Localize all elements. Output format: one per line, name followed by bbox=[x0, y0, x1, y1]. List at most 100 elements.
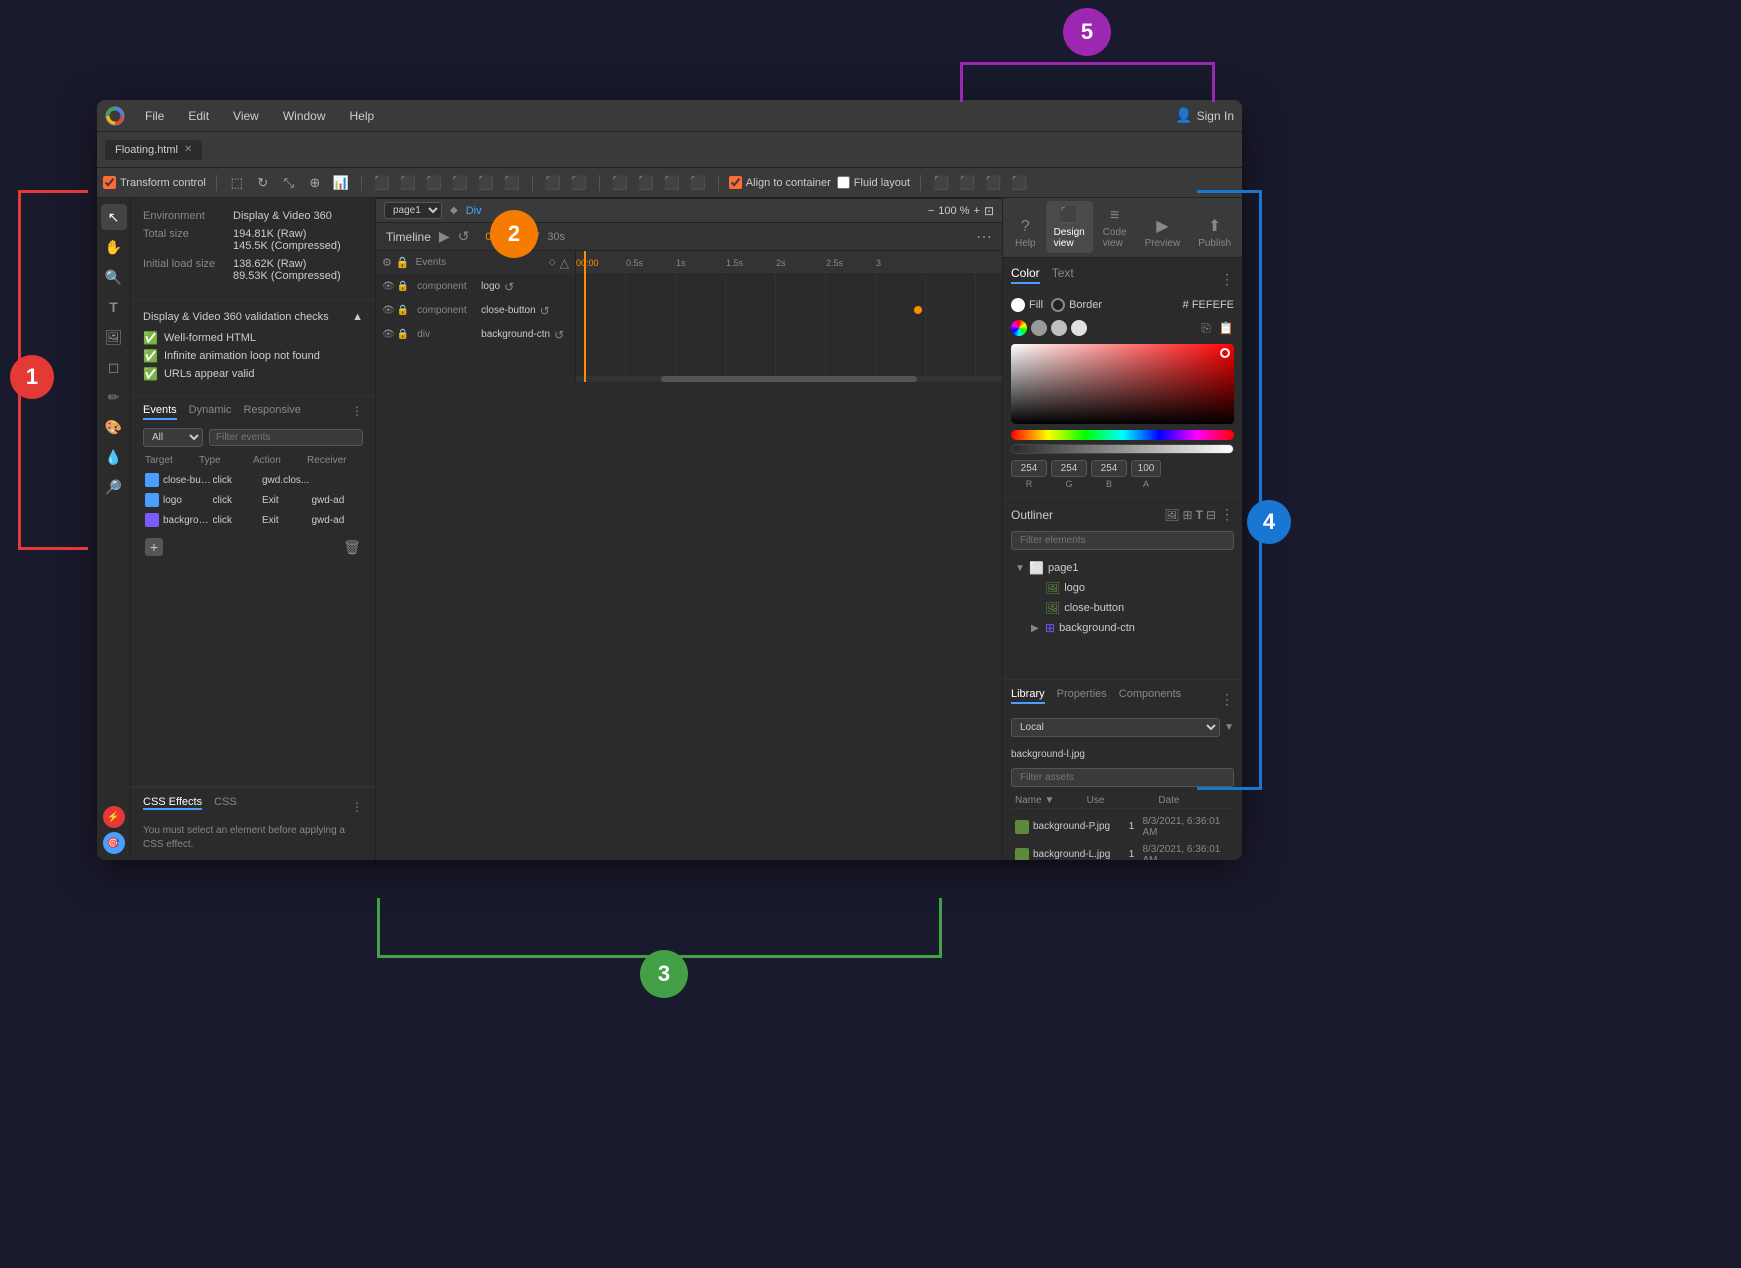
r-input[interactable] bbox=[1011, 460, 1047, 477]
menu-view[interactable]: View bbox=[229, 107, 263, 125]
design-view-btn[interactable]: ⬛ Design view bbox=[1046, 201, 1093, 253]
swatch-gray-light[interactable] bbox=[1071, 320, 1087, 336]
menu-edit[interactable]: Edit bbox=[184, 107, 213, 125]
outliner-list-icon[interactable]: ⊟ bbox=[1206, 508, 1216, 522]
bar-chart-icon[interactable]: 📊 bbox=[331, 173, 351, 193]
tree-expand-page1[interactable]: ▼ bbox=[1015, 563, 1025, 574]
event-row-1[interactable]: close-butt... click gwd.clos... bbox=[143, 470, 363, 490]
align-center-h-icon[interactable]: ⬛ bbox=[398, 173, 418, 193]
fluid-layout-checkbox[interactable]: Fluid layout bbox=[837, 176, 910, 189]
swatch-gray-medium[interactable] bbox=[1051, 320, 1067, 336]
align-center-v-icon[interactable]: ⬛ bbox=[476, 173, 496, 193]
move-backward-icon[interactable]: ⬛ bbox=[688, 173, 708, 193]
zoom-out-btn[interactable]: − bbox=[928, 205, 934, 217]
alpha-slider[interactable] bbox=[1011, 444, 1234, 454]
css-more-icon[interactable]: ⋮ bbox=[351, 800, 363, 814]
align-top-icon[interactable]: ⬛ bbox=[450, 173, 470, 193]
tab-dynamic[interactable]: Dynamic bbox=[189, 404, 232, 420]
menu-help[interactable]: Help bbox=[346, 107, 379, 125]
timeline-scrollbar-h[interactable] bbox=[576, 376, 1002, 382]
asset-row-2[interactable]: background-L.jpg 1 8/3/2021, 6:36:01 AM bbox=[1011, 841, 1234, 861]
menu-window[interactable]: Window bbox=[279, 107, 330, 125]
rotate-icon[interactable]: ↻ bbox=[253, 173, 273, 193]
events-icon[interactable]: ⚡ bbox=[103, 806, 125, 828]
a-input[interactable] bbox=[1131, 460, 1161, 477]
tab-library[interactable]: Library bbox=[1011, 688, 1045, 704]
bottom-icon-2[interactable]: 🎯 bbox=[103, 832, 125, 854]
text-tool-icon[interactable]: T bbox=[101, 294, 127, 320]
tab-close-icon[interactable]: ✕ bbox=[184, 144, 192, 155]
code-view-btn[interactable]: ≡ Code view bbox=[1095, 203, 1135, 253]
help-btn[interactable]: ? Help bbox=[1007, 214, 1044, 253]
event-row-2[interactable]: logo click Exit gwd-ad bbox=[143, 490, 363, 510]
zoom-fit-btn[interactable]: ⊡ bbox=[984, 204, 994, 218]
timeline-row-bg[interactable]: 👁 🔒 div background-ctn ↺ bbox=[376, 323, 575, 347]
timeline-row-logo[interactable]: 👁 🔒 component logo ↺ bbox=[376, 275, 575, 299]
b-input[interactable] bbox=[1091, 460, 1127, 477]
fill-option[interactable]: Fill bbox=[1011, 298, 1043, 312]
distribute-v-icon[interactable]: ⬛ bbox=[569, 173, 589, 193]
zoom-in-btn[interactable]: + bbox=[974, 205, 980, 217]
pen-tool-icon[interactable]: ✏ bbox=[101, 384, 127, 410]
tab-color[interactable]: Color bbox=[1011, 266, 1040, 284]
outliner-grid-icon[interactable]: ⊞ bbox=[1183, 508, 1193, 522]
tree-close-button[interactable]: 🖼 close-button bbox=[1011, 598, 1234, 618]
tree-page1[interactable]: ▼ ⬜ page1 bbox=[1011, 558, 1234, 578]
outliner-add-icon[interactable]: 🖼 bbox=[1164, 508, 1179, 522]
move-front-icon[interactable]: ⬛ bbox=[610, 173, 630, 193]
align-bottom-icon[interactable]: ⬛ bbox=[502, 173, 522, 193]
page-selector[interactable]: page1 bbox=[384, 202, 442, 219]
hue-slider[interactable] bbox=[1011, 430, 1234, 440]
g-input[interactable] bbox=[1051, 460, 1087, 477]
validation-header[interactable]: Display & Video 360 validation checks ▲ bbox=[143, 311, 363, 323]
preview-btn[interactable]: ▶ Preview bbox=[1137, 212, 1189, 253]
select-arrow-icon[interactable]: ↖ bbox=[101, 204, 127, 230]
library-more-btn[interactable]: ⋮ bbox=[1220, 691, 1234, 708]
paint-tool-icon[interactable]: 🎨 bbox=[101, 414, 127, 440]
mask-icon[interactable]: ⬛ bbox=[983, 173, 1003, 193]
tree-expand-bg[interactable]: ▶ bbox=[1031, 623, 1041, 634]
outliner-text-icon[interactable]: T bbox=[1196, 508, 1203, 522]
shape-tool-icon[interactable]: ◻ bbox=[101, 354, 127, 380]
color-panel-more[interactable]: ⋮ bbox=[1220, 271, 1234, 288]
anchor-icon[interactable]: ⊕ bbox=[305, 173, 325, 193]
event-row-3[interactable]: backgroun... click Exit gwd-ad bbox=[143, 510, 363, 530]
tab-components[interactable]: Components bbox=[1119, 688, 1181, 704]
distribute-h-icon[interactable]: ⬛ bbox=[543, 173, 563, 193]
swatch-copy-icon[interactable]: ⎘ bbox=[1198, 320, 1214, 336]
move-back-icon[interactable]: ⬛ bbox=[636, 173, 656, 193]
outliner-more-btn[interactable]: ⋮ bbox=[1220, 506, 1234, 523]
swatch-icons[interactable] bbox=[1011, 320, 1027, 336]
align-left-icon[interactable]: ⬛ bbox=[372, 173, 392, 193]
events-filter-input[interactable] bbox=[209, 429, 363, 446]
tree-logo[interactable]: 🖼 logo bbox=[1011, 578, 1234, 598]
events-filter-select[interactable]: All bbox=[143, 428, 203, 447]
sign-in[interactable]: 👤 Sign In bbox=[1175, 107, 1234, 124]
select-tool-icon[interactable]: ⬚ bbox=[227, 173, 247, 193]
events-more-icon[interactable]: ⋮ bbox=[351, 404, 363, 420]
tab-css-effects[interactable]: CSS Effects bbox=[143, 796, 202, 810]
color-picker-icon[interactable]: 💧 bbox=[101, 444, 127, 470]
image-tool-icon[interactable]: 🖼 bbox=[101, 324, 127, 350]
tab-css[interactable]: CSS bbox=[214, 796, 237, 810]
library-filter-select[interactable]: Local bbox=[1011, 718, 1220, 737]
zoom-tool-icon[interactable]: 🔍 bbox=[101, 264, 127, 290]
magnify-icon[interactable]: 🔎 bbox=[101, 474, 127, 500]
transform-control-checkbox[interactable]: Transform control bbox=[103, 176, 206, 189]
tab-events[interactable]: Events bbox=[143, 404, 177, 420]
align-to-container-checkbox[interactable]: Align to container bbox=[729, 176, 831, 189]
assets-filter-input[interactable] bbox=[1011, 768, 1234, 787]
scale-icon[interactable]: ⤡ bbox=[279, 173, 299, 193]
timeline-row-close-btn[interactable]: 👁 🔒 component close-button ↺ bbox=[376, 299, 575, 323]
swatch-gray-dark[interactable] bbox=[1031, 320, 1047, 336]
delete-event-btn[interactable]: 🗑 bbox=[343, 538, 361, 556]
add-event-btn[interactable]: + bbox=[145, 538, 163, 556]
border-option[interactable]: Border bbox=[1051, 298, 1102, 312]
timeline-play-btn[interactable]: ▶ bbox=[439, 228, 450, 245]
crop-icon[interactable]: ⬛ bbox=[957, 173, 977, 193]
timeline-more-btn[interactable]: ⋯ bbox=[976, 227, 992, 247]
tab-responsive[interactable]: Responsive bbox=[243, 404, 300, 420]
tab-floating-html[interactable]: Floating.html ✕ bbox=[105, 140, 202, 160]
tree-background-ctn[interactable]: ▶ ⊞ background-ctn bbox=[1011, 618, 1234, 638]
swatch-paste-icon[interactable]: 📋 bbox=[1218, 320, 1234, 336]
